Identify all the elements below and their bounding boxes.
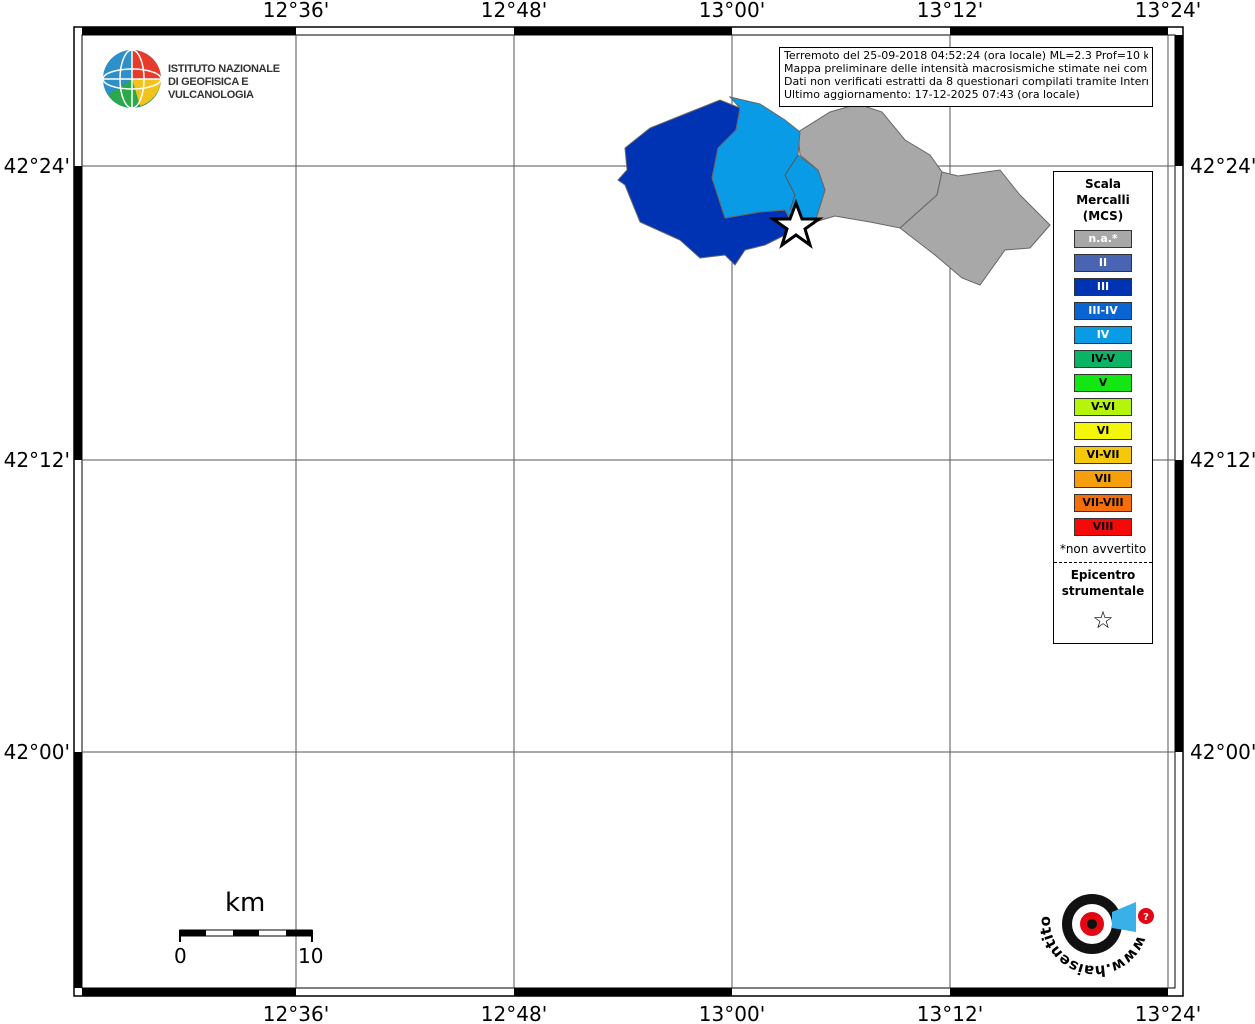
haisentito-logo: ? www.haisentitoilterremoto.it	[1022, 842, 1160, 986]
legend-item: VI	[1074, 422, 1132, 440]
event-info-box: Terremoto del 25-09-2018 04:52:24 (ora l…	[779, 47, 1153, 107]
logo-line-1: ISTITUTO NAZIONALE	[168, 63, 280, 75]
lat-label: 42°12'	[1190, 448, 1255, 472]
legend-item: VIII	[1074, 518, 1132, 536]
info-line-2: Mappa preliminare delle intensità macros…	[784, 62, 1148, 75]
scale-bar-start: 0	[174, 944, 187, 968]
legend-item: VI-VII	[1074, 446, 1132, 464]
legend-item: II	[1074, 254, 1132, 272]
legend-epicenter-line: strumentale	[1061, 584, 1145, 598]
lon-label: 13°24'	[1135, 0, 1201, 22]
legend-title-line: Scala	[1084, 177, 1122, 191]
lat-label: 42°24'	[4, 154, 70, 178]
legend-title: Scala Mercalli (MCS)	[1054, 176, 1152, 224]
lon-label: 13°00'	[699, 0, 765, 22]
logo-line-2: DI GEOFISICA E VULCANOLOGIA	[168, 76, 254, 101]
info-line-1: Terremoto del 25-09-2018 04:52:24 (ora l…	[784, 49, 1148, 62]
haisentito-logo-icon: ? www.haisentitoilterremoto.it	[1022, 842, 1154, 980]
lon-label: 12°36'	[263, 1002, 329, 1024]
scale-bar-end: 10	[298, 944, 324, 968]
lon-label: 12°48'	[481, 1002, 547, 1024]
legend-title-line: (MCS)	[1082, 209, 1124, 223]
legend-epicenter-line: Epicentro	[1070, 568, 1136, 582]
legend-item: V-VI	[1074, 398, 1132, 416]
lat-label: 42°12'	[4, 448, 70, 472]
legend-item: III	[1074, 278, 1132, 296]
latitude-labels-left: 42°24' 42°12' 42°00'	[4, 154, 70, 764]
mcs-legend: Scala Mercalli (MCS) n.a.* II III III-IV IV I…	[1053, 171, 1153, 644]
legend-item: n.a.*	[1074, 230, 1132, 248]
lon-label: 12°36'	[263, 0, 329, 22]
lat-label: 42°24'	[1190, 154, 1255, 178]
legend-item: VII	[1074, 470, 1132, 488]
lat-label: 42°00'	[4, 740, 70, 764]
legend-separator	[1054, 562, 1152, 563]
latitude-labels-right: 42°24' 42°12' 42°00'	[1190, 154, 1255, 764]
lat-label: 42°00'	[1190, 740, 1255, 764]
legend-note: *non avvertito	[1059, 542, 1147, 556]
longitude-labels-top: 12°36' 12°48' 13°00' 13°12' 13°24'	[263, 0, 1201, 22]
lon-label: 13°24'	[1135, 1002, 1201, 1024]
legend-item: III-IV	[1074, 302, 1132, 320]
scale-bar-unit: km	[225, 888, 266, 918]
info-line-4: Ultimo aggiornamento: 17-12-2025 07:43 (…	[784, 88, 1080, 101]
svg-text:?: ?	[1143, 912, 1149, 923]
legend-epicenter-label: Epicentro strumentale	[1054, 567, 1152, 599]
lon-label: 13°00'	[699, 1002, 765, 1024]
ingv-logo: ISTITUTO NAZIONALE DI GEOFISICA E VULCAN…	[100, 47, 320, 111]
legend-item: IV	[1074, 326, 1132, 344]
lon-label: 13°12'	[917, 0, 983, 22]
legend-title-line: Mercalli	[1076, 193, 1130, 207]
legend-item: IV-V	[1074, 350, 1132, 368]
globe-icon	[102, 49, 162, 109]
info-line-3: Dati non verificati estratti da 8 questi…	[784, 75, 1148, 88]
lon-label: 12°48'	[481, 0, 547, 22]
scale-bar: km 0 10	[170, 888, 340, 978]
lon-label: 13°12'	[917, 1002, 983, 1024]
legend-items: n.a.* II III III-IV IV IV-V V V-VI VI VI-VII VII VI…	[1054, 230, 1152, 536]
legend-item: V	[1074, 374, 1132, 392]
legend-item: VII-VIII	[1074, 494, 1132, 512]
longitude-labels-bottom: 12°36' 12°48' 13°00' 13°12' 13°24'	[263, 1002, 1201, 1024]
legend-star-icon: ☆	[1092, 606, 1114, 634]
